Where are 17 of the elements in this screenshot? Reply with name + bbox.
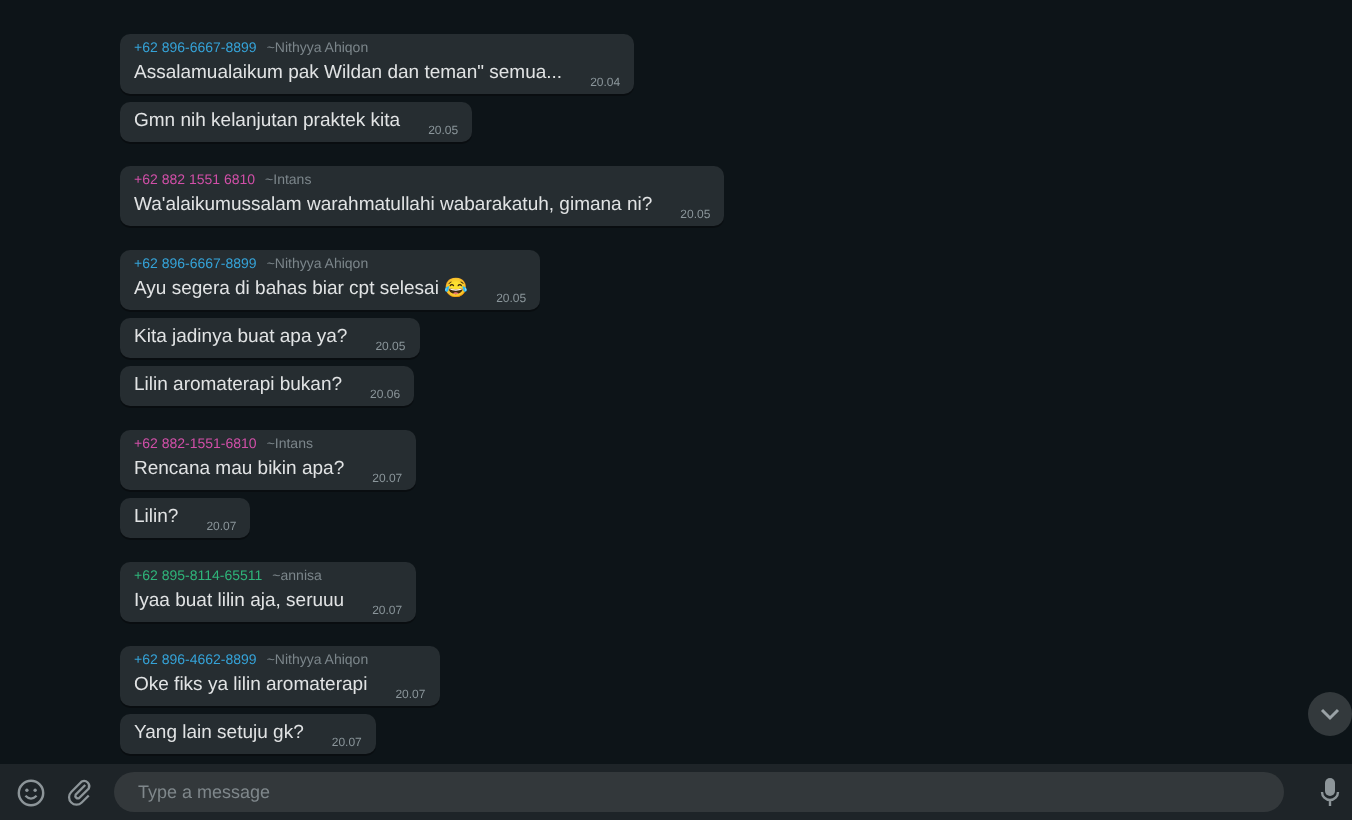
message-text: Wa'alaikumussalam warahmatullahi wabarakatuh, gimana ni?	[134, 194, 653, 218]
message-text: Gmn nih kelanjutan praktek kita	[134, 110, 401, 134]
emoji-icon[interactable]	[16, 777, 46, 807]
chevron-down-icon	[1320, 707, 1340, 721]
message-text: Iyaa buat lilin aja, seruuu	[134, 590, 345, 614]
message-text: Kita jadinya buat apa ya?	[134, 326, 348, 350]
message-text: Lilin?	[134, 506, 179, 530]
attach-icon[interactable]	[66, 778, 94, 806]
message-text: Oke fiks ya lilin aromaterapi	[134, 674, 368, 698]
message-text: Ayu segera di bahas biar cpt selesai 😂	[134, 278, 469, 302]
message-text: Lilin aromaterapi bukan?	[134, 374, 343, 398]
message-text: Assalamualaikum pak Wildan dan teman" semua...	[134, 62, 563, 86]
message-text: Rencana mau bikin apa?	[134, 458, 345, 482]
message-input[interactable]: Type a message	[114, 772, 1284, 812]
scroll-down-button[interactable]	[1308, 692, 1352, 736]
message-text: Yang lain setuju gk?	[134, 722, 304, 746]
microphone-icon[interactable]	[1320, 776, 1340, 808]
